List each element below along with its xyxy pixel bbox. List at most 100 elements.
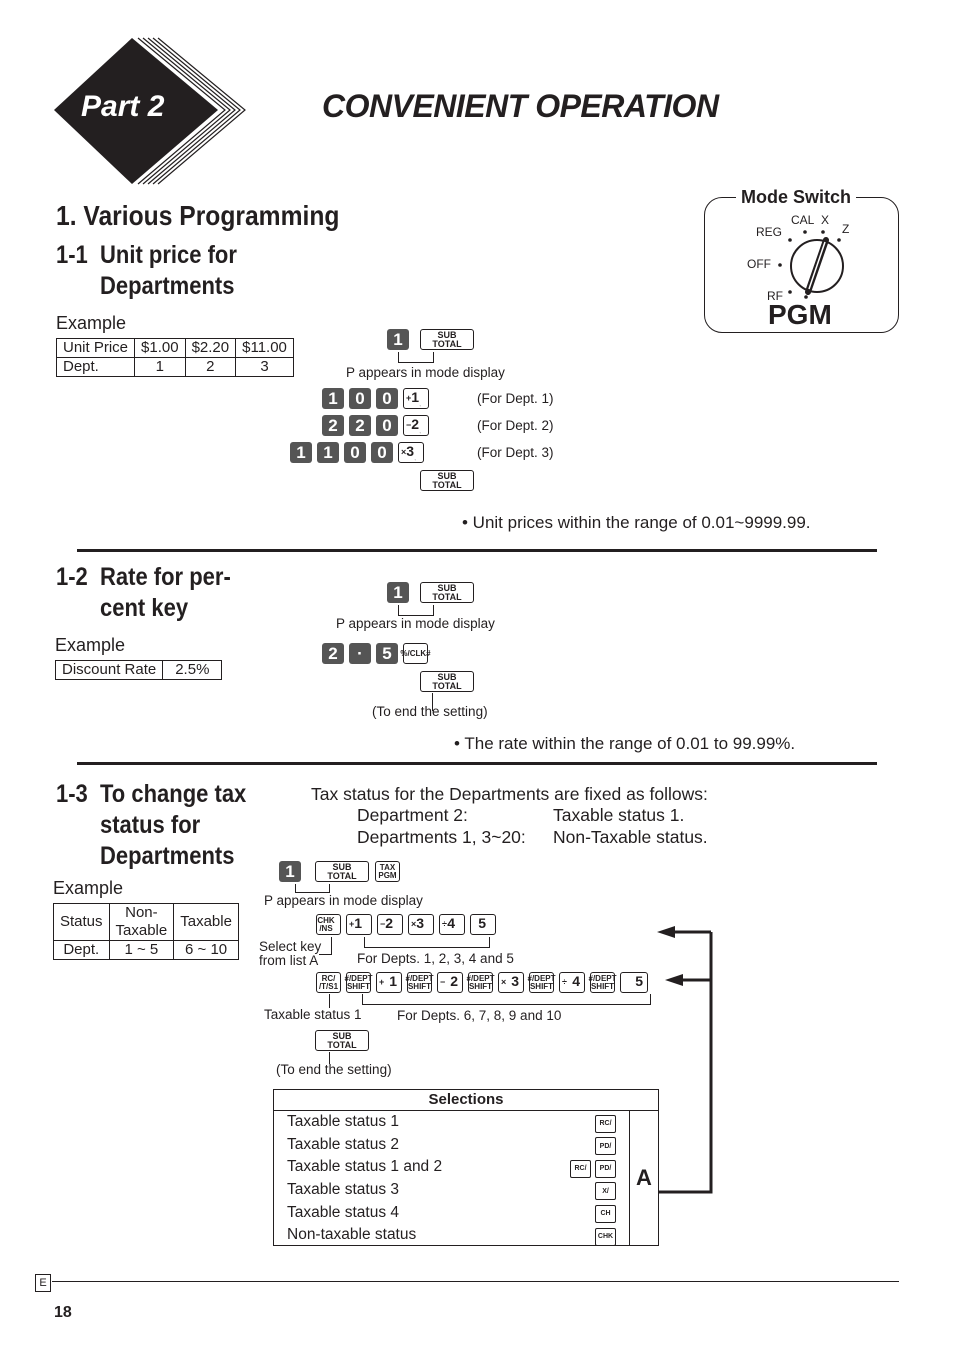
- key-digit: 0: [371, 442, 393, 463]
- list-item: Taxable status 2 PD/: [274, 1134, 630, 1157]
- list-a-label: A: [629, 1111, 658, 1245]
- key-pd-ts2: PD/: [595, 1159, 616, 1178]
- key-tax-pgm: TAX PGM: [375, 861, 400, 882]
- key-digit: 2: [322, 643, 344, 664]
- end-setting-note: (To end the setting): [372, 704, 488, 719]
- table-cell: $1.00: [134, 338, 186, 358]
- p-appears-note: P appears in mode display: [346, 365, 505, 380]
- table-cell: Discount Rate: [54, 660, 164, 680]
- example-label: Example: [56, 313, 127, 333]
- key-dept-shift: #/DEPT SHIFT: [589, 972, 617, 993]
- example-label: Example: [55, 635, 126, 655]
- subsection-1-2-title: 1-2 Rate for per- cent key: [56, 562, 231, 624]
- section-title: 1. Various Programming: [56, 200, 340, 231]
- p-appears-note: P appears in mode display: [264, 893, 423, 908]
- end-setting-note: (To end the setting): [276, 1062, 392, 1077]
- rate-range-note: • The rate within the range of 0.01 to 9…: [454, 734, 796, 753]
- bracket-line: [398, 352, 434, 363]
- table-cell: 3: [235, 357, 294, 377]
- key-digit: 5: [376, 643, 398, 664]
- table-cell: 1: [134, 357, 186, 377]
- fixed-status-value: Non-Taxable status.: [553, 827, 708, 847]
- key-dept-4: ÷ 4: [559, 972, 585, 993]
- depts-6-10-note: For Depts. 6, 7, 8, 9 and 10: [397, 1008, 562, 1023]
- discount-rate-table: Discount Rate 2.5%: [54, 660, 223, 680]
- selection-label: Taxable status 1 and 2: [287, 1158, 443, 1176]
- key-digit: 2: [322, 415, 344, 436]
- selections-header: Selections: [274, 1090, 658, 1111]
- list-item: Non-taxable status CHK: [274, 1224, 630, 1247]
- title-line: Rate for per-: [100, 563, 231, 591]
- key-subtotal: SUB TOTAL: [420, 329, 474, 350]
- unit-price-table: Unit Price $1.00 $2.20 $11.00 Dept. 1 2 …: [55, 338, 294, 377]
- fixed-status-label: Departments 1, 3~20:: [357, 827, 526, 847]
- key-dept-shift: #/DEPT SHIFT: [528, 972, 556, 993]
- key-1: 1: [387, 329, 409, 350]
- table-row: Dept. 1 ~ 5 6 ~ 10: [53, 940, 239, 960]
- fixed-status-value: Taxable status 1.: [553, 805, 685, 825]
- table-row: Dept. 1 2 3: [55, 357, 294, 377]
- sequence-dept-3: 1 1 0 0 × 3 ◦: [290, 442, 429, 463]
- key-dept-1: +1 ◦: [403, 388, 429, 409]
- table-cell: $2.20: [184, 338, 237, 358]
- key-digit: 1: [322, 388, 344, 409]
- key-dept-shift: #/DEPT SHIFT: [406, 972, 434, 993]
- key-dept-1: +1: [376, 972, 402, 993]
- table-cell: 2: [184, 357, 237, 377]
- key-rc-ts1: RC/: [595, 1114, 616, 1133]
- select-key-note: Select key from list A: [259, 939, 322, 968]
- key-decimal: ·: [349, 643, 371, 664]
- key-rc-ts1: RC/: [570, 1159, 591, 1178]
- title-line: Departments: [100, 842, 235, 870]
- dept-note: (For Dept. 1): [477, 391, 554, 406]
- taxable-status-1-note: Taxable status 1: [264, 1007, 362, 1022]
- key-dept-5: 5: [470, 914, 496, 935]
- mode-current-pgm: PGM: [768, 299, 832, 330]
- key-chk-ns: CHK/NS: [316, 914, 341, 935]
- bracket-line: [398, 605, 434, 616]
- key-dept-3: × 3 ◦: [398, 442, 424, 463]
- selection-label: Non-taxable status: [287, 1226, 417, 1244]
- title-line: Departments: [100, 272, 235, 300]
- key-dept-5: 5: [620, 972, 648, 993]
- sequence-dept-1: 1 0 0 +1 ◦: [322, 388, 434, 409]
- key-subtotal: SUB TOTAL: [420, 671, 474, 692]
- divider: [77, 762, 877, 765]
- subsection-number: 1-2: [56, 563, 88, 591]
- footer-rule: [52, 1281, 899, 1282]
- arrow-icon: [657, 926, 675, 938]
- key-dept-2: −2: [437, 972, 463, 993]
- key-dept-3: × 3: [498, 972, 524, 993]
- title-line: To change tax: [100, 780, 247, 808]
- table-cell: $11.00: [235, 338, 294, 358]
- sequence-depts-1-5: CHK/NS +1−2 × 3 ÷ 4 5: [316, 914, 501, 935]
- bracket-line: [362, 994, 651, 1005]
- table-row: Discount Rate 2.5%: [54, 660, 223, 680]
- subsection-1-3-title: 1-3 To change tax status for Departments: [56, 779, 246, 872]
- key-digit: 1: [317, 442, 339, 463]
- key-subtotal: SUB TOTAL: [420, 470, 474, 491]
- key-1: 1: [279, 861, 301, 882]
- sequence-dept-2: 2 2 0−2 ◦: [322, 415, 434, 436]
- page-title: CONVENIENT OPERATION: [322, 88, 719, 124]
- p-appears-note: P appears in mode display: [336, 616, 495, 631]
- bracket-line: [364, 937, 490, 948]
- key-dept-1: +1: [346, 914, 372, 935]
- key-1: 1: [387, 582, 409, 603]
- unit-price-range-note: • Unit prices within the range of 0.01~9…: [462, 513, 811, 532]
- key-subtotal: SUB TOTAL: [420, 582, 474, 603]
- title-line: status for: [100, 811, 201, 839]
- list-item: Taxable status 1 and 2 RC/PD/: [274, 1156, 630, 1179]
- key-digit: 0: [376, 388, 398, 409]
- table-row: Status Non-Taxable Taxable: [53, 903, 239, 941]
- mode-switch-label: Mode Switch: [736, 187, 857, 208]
- table-cell: Dept.: [55, 357, 136, 377]
- tax-status-table: Status Non-Taxable Taxable Dept. 1 ~ 5 6…: [53, 903, 239, 960]
- list-item: Taxable status 3 X/: [274, 1179, 630, 1202]
- table-cell: Taxable: [173, 903, 239, 941]
- key-rc-ts1: RC//T/S1: [316, 972, 341, 993]
- key-digit: 0: [349, 388, 371, 409]
- key-digit: 1: [290, 442, 312, 463]
- table-cell: Non-Taxable: [108, 903, 175, 941]
- bracket-line: [295, 884, 330, 893]
